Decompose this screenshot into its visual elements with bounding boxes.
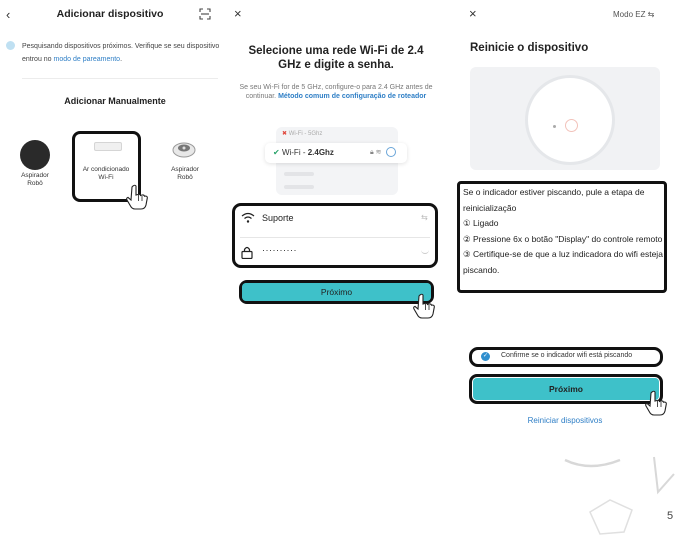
router-config-link[interactable]: Método comum de configuração de roteador	[278, 93, 426, 100]
air-conditioner-icon[interactable]	[94, 142, 122, 151]
confirm-label[interactable]: Confirme se o indicador wifi está piscan…	[501, 352, 632, 359]
manual-add-heading: Adicionar Manualmente	[64, 96, 166, 106]
page-title: Selecione uma rede Wi-Fi de 2.4 GHz e di…	[248, 45, 424, 71]
wifi-24-prefix: Wi-Fi -	[281, 148, 308, 157]
divider	[240, 237, 430, 238]
info-icon	[386, 147, 396, 157]
wifi-5ghz-label: Wi-Fi - 5Ghz	[288, 131, 323, 137]
close-icon[interactable]: ×	[469, 6, 477, 21]
device-label[interactable]: Ar condicionado Wi-Fi	[78, 166, 134, 182]
lock-icon	[241, 246, 253, 259]
wifi-5ghz-item: ✖ Wi-Fi - 5Ghz	[282, 131, 323, 137]
placeholder-bar	[284, 172, 314, 176]
hand-pointer-icon	[126, 184, 148, 215]
indicator-light-icon	[565, 119, 578, 132]
lock-signal-icon: 🔒︎ ≋	[370, 149, 382, 156]
next-button[interactable]: Próximo	[242, 283, 431, 301]
pairing-mode-link[interactable]: modo de pareamento	[54, 56, 121, 63]
back-icon[interactable]: ‹	[6, 7, 10, 22]
search-status-text: Pesquisando dispositivos próximos. Verif…	[22, 40, 220, 66]
robot-vacuum-icon[interactable]	[20, 140, 50, 170]
wifi-icon	[241, 212, 255, 224]
wifi-24ghz-item: ✔ Wi-Fi - 2.4Ghz	[273, 148, 334, 157]
screen-wifi-select	[228, 0, 440, 537]
searching-indicator-icon	[6, 41, 15, 50]
reset-devices-link[interactable]: Reiniciar dispositivos	[470, 416, 660, 425]
instruction-line: ③ Certifique-se de que a luz indicadora …	[463, 249, 663, 275]
password-field[interactable]: ··········	[262, 245, 297, 255]
device-label[interactable]: Aspirador Robô	[14, 172, 56, 188]
screen-add-device	[0, 0, 222, 537]
instruction-line: ① Ligado	[463, 218, 499, 228]
next-button[interactable]: Próximo	[473, 378, 659, 400]
hand-pointer-icon	[413, 293, 435, 324]
wifi-24-label: 2.4Ghz	[307, 148, 334, 157]
instruction-line: ② Pressione 6x o botão "Display" do cont…	[463, 233, 663, 244]
page-title: Reinicie o dispositivo	[470, 42, 589, 54]
wifi-note: Se seu Wi-Fi for de 5 GHz, configure-o p…	[238, 83, 434, 101]
placeholder-bar	[284, 185, 314, 189]
ez-mode-switch[interactable]: Modo EZ ⇆	[613, 10, 654, 19]
device-label[interactable]: Aspirador Robô	[164, 166, 206, 182]
search-text-end: .	[120, 56, 123, 63]
robot-vacuum-icon[interactable]	[172, 140, 196, 158]
checkbox-checked-icon[interactable]: ✓	[481, 352, 490, 361]
ssid-field[interactable]: Suporte	[262, 213, 294, 223]
decorative-lines	[560, 452, 676, 542]
scan-icon[interactable]	[199, 8, 211, 20]
page-number: 5	[667, 510, 674, 522]
divider	[22, 78, 218, 79]
close-icon[interactable]: ×	[234, 6, 242, 21]
hand-pointer-icon	[645, 390, 667, 421]
switch-network-icon[interactable]: ⇆	[421, 213, 428, 222]
indicator-dot	[553, 125, 556, 128]
instruction-line: Se o indicador estiver piscando, pule a …	[463, 187, 645, 213]
page-title: Adicionar dispositivo	[56, 8, 164, 20]
reset-instructions: Se o indicador estiver piscando, pule a …	[463, 185, 663, 278]
